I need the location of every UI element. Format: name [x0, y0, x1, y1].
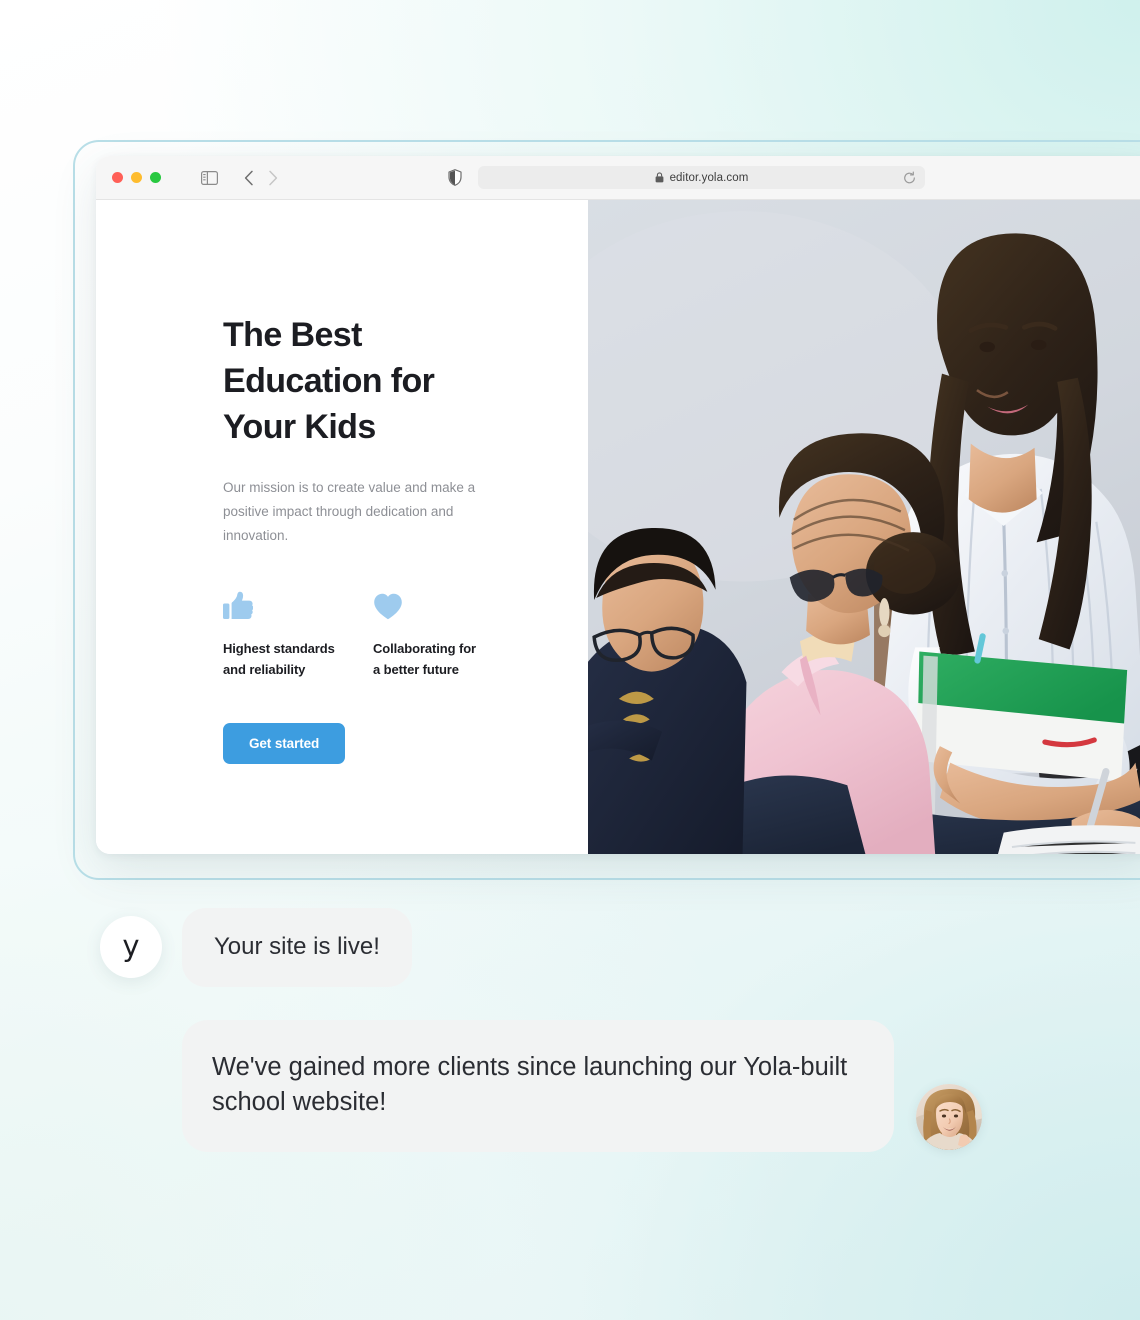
chat-message-user: We've gained more clients since launchin…	[182, 1020, 982, 1152]
browser-window: editor.yola.com The Best Education for Y…	[96, 156, 1140, 854]
hero-text-panel: The Best Education for Your Kids Our mis…	[96, 200, 588, 854]
sidebar-icon[interactable]	[201, 170, 218, 185]
page-background: editor.yola.com The Best Education for Y…	[0, 0, 1140, 1320]
feature-item-standards: Highest standards and reliability	[223, 590, 373, 680]
shield-icon[interactable]	[448, 169, 462, 186]
close-button[interactable]	[112, 172, 123, 183]
get-started-button[interactable]: Get started	[223, 723, 346, 764]
chat-bubble-user: We've gained more clients since launchin…	[182, 1020, 894, 1152]
feature-list: Highest standards and reliability Collab…	[223, 590, 523, 680]
avatar-user	[916, 1083, 982, 1150]
chevron-right-icon[interactable]	[268, 170, 278, 186]
url-text: editor.yola.com	[669, 171, 749, 184]
avatar-brand: y	[100, 916, 162, 979]
window-controls	[112, 172, 161, 183]
chat-message-brand: y Your site is live!	[100, 908, 412, 987]
feature-label: Collaborating for a better future	[373, 641, 477, 677]
chat-bubble-brand: Your site is live!	[182, 908, 412, 987]
maximize-button[interactable]	[150, 172, 161, 183]
page-title: The Best Education for Your Kids	[223, 316, 435, 446]
heart-icon	[373, 590, 523, 620]
feature-item-collaboration: Collaborating for a better future	[373, 590, 523, 680]
thumbs-up-icon	[223, 590, 373, 620]
feature-label: Highest standards and reliability	[223, 641, 335, 677]
browser-toolbar: editor.yola.com	[96, 156, 1140, 200]
yola-logo-letter: y	[122, 928, 140, 963]
lock-icon	[655, 172, 664, 183]
classroom-students-photo	[588, 200, 1140, 854]
reload-icon[interactable]	[903, 171, 916, 184]
chevron-left-icon[interactable]	[244, 170, 254, 186]
minimize-button[interactable]	[131, 172, 142, 183]
website-preview: The Best Education for Your Kids Our mis…	[96, 200, 1140, 854]
hero-subcopy: Our mission is to create value and make …	[223, 480, 476, 543]
address-bar[interactable]: editor.yola.com	[478, 166, 925, 189]
